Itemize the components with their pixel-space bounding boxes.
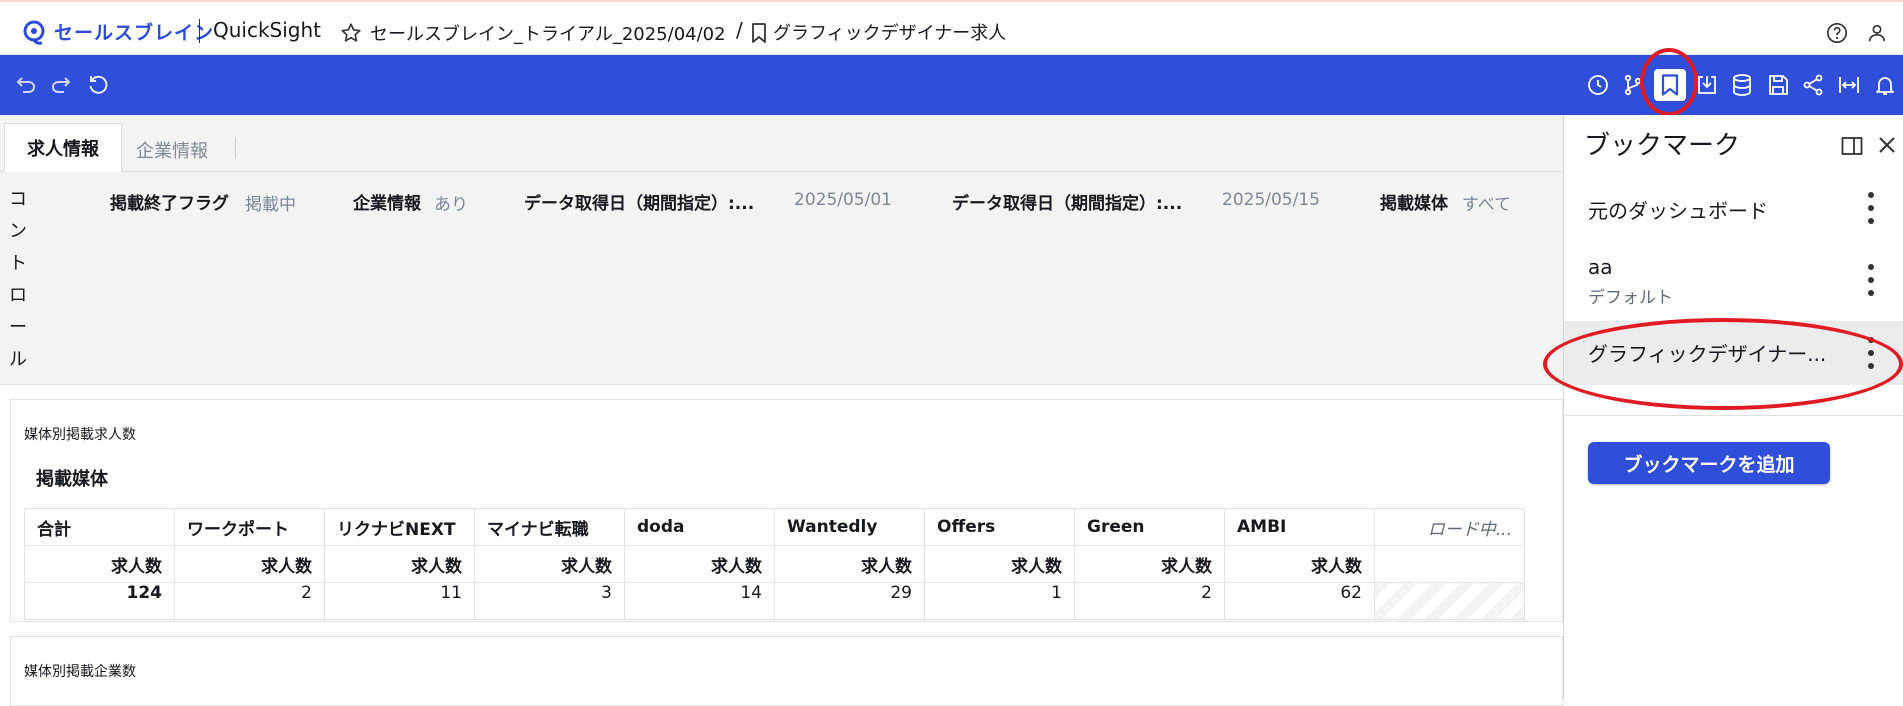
tab-company-info[interactable]: 企業情報 (136, 137, 208, 163)
control-value-listing-end-flag[interactable]: 掲載中 (245, 190, 296, 215)
metric-header[interactable]: 求人数 (324, 545, 475, 583)
table-row: 合計 ワークポート リクナビNEXT マイナビ転職 doda Wantedly … (24, 508, 1525, 546)
column-header[interactable]: リクナビNEXT (324, 508, 475, 546)
header-divider (199, 19, 200, 43)
notification-icon[interactable] (1873, 73, 1897, 97)
column-header[interactable]: AMBI (1224, 508, 1375, 546)
column-header[interactable]: Wantedly (774, 508, 925, 546)
logo[interactable]: セールスブレイン (22, 18, 214, 45)
table-cell[interactable]: 2 (174, 582, 325, 620)
loading-placeholder (1374, 582, 1525, 620)
column-header[interactable]: 合計 (24, 508, 175, 546)
pivot-table: 合計 ワークポート リクナビNEXT マイナビ転職 doda Wantedly … (24, 508, 1525, 620)
metric-header[interactable]: 求人数 (1224, 545, 1375, 583)
controls-label[interactable]: コ ン ト ロ ー ル (9, 184, 29, 376)
visual-jobs-by-media[interactable]: 媒体別掲載求人数 掲載媒体 合計 ワークポート リクナビNEXT マイナビ転職 … (10, 399, 1563, 622)
table-cell-total[interactable]: 124 (24, 582, 175, 620)
metric-header[interactable]: 求人数 (174, 545, 325, 583)
metric-header[interactable]: 求人数 (924, 545, 1075, 583)
table-cell[interactable]: 14 (624, 582, 775, 620)
loading-indicator: ロード中... (1374, 508, 1525, 546)
visual-title: 媒体別掲載企業数 (24, 664, 136, 680)
control-label-date-end[interactable]: データ取得日（期間指定）:... (952, 189, 1182, 214)
table-cell[interactable]: 2 (1074, 582, 1225, 620)
control-value-date-end[interactable]: 2025/05/15 (1222, 190, 1320, 210)
annotation-circle (1640, 48, 1698, 116)
column-header[interactable]: Green (1074, 508, 1225, 546)
table-row: 124 2 11 3 14 29 1 2 62 (24, 582, 1525, 620)
column-header[interactable]: マイナビ転職 (474, 508, 625, 546)
breadcrumb-dashboard[interactable]: セールスブレイン_トライアル_2025/04/02 (370, 20, 726, 46)
sheet-tabs: 求人情報 企業情報 (0, 115, 1563, 172)
app-name[interactable]: QuickSight (213, 18, 321, 42)
controls-section: コ ン ト ロ ー ル 掲載終了フラグ 掲載中 企業情報 あり データ取得日（期… (0, 172, 1563, 385)
dashboard-toolbar (0, 55, 1903, 115)
tab-job-info[interactable]: 求人情報 (4, 123, 122, 172)
table-cell[interactable]: 1 (924, 582, 1075, 620)
column-header[interactable]: Offers (924, 508, 1075, 546)
metric-header[interactable]: 求人数 (474, 545, 625, 583)
table-row: 求人数 求人数 求人数 求人数 求人数 求人数 求人数 求人数 求人数 (24, 545, 1525, 583)
annotation-ellipse (1543, 318, 1903, 410)
metric-header[interactable]: 求人数 (774, 545, 925, 583)
star-icon[interactable] (340, 22, 362, 44)
control-label-listing-end-flag[interactable]: 掲載終了フラグ (110, 189, 229, 214)
table-cell[interactable]: 62 (1224, 582, 1375, 620)
bookmark-item-aa[interactable]: aa デフォルト (1564, 247, 1903, 315)
tab-divider (235, 137, 236, 159)
dock-panel-icon[interactable] (1841, 136, 1863, 156)
table-cell[interactable]: 3 (474, 582, 625, 620)
panel-divider (1564, 415, 1903, 416)
control-label-media[interactable]: 掲載媒体 (1380, 189, 1448, 214)
fit-width-icon[interactable] (1837, 73, 1861, 97)
metric-header[interactable]: 求人数 (1074, 545, 1225, 583)
metric-header[interactable]: 求人数 (624, 545, 775, 583)
bookmark-default-label: デフォルト (1588, 288, 1673, 308)
download-icon[interactable] (1695, 73, 1719, 97)
add-bookmark-button[interactable]: ブックマークを追加 (1588, 442, 1830, 484)
share-icon[interactable] (1801, 73, 1825, 97)
reset-icon[interactable] (86, 73, 110, 97)
undo-icon[interactable] (14, 73, 38, 97)
dataset-icon[interactable] (1730, 73, 1754, 97)
bookmark-name: 元のダッシュボード (1588, 199, 1768, 223)
user-icon[interactable] (1866, 22, 1888, 44)
column-header[interactable]: doda (624, 508, 775, 546)
help-icon[interactable] (1826, 22, 1848, 44)
panel-title: ブックマーク (1584, 131, 1741, 161)
more-options-icon[interactable] (1867, 263, 1875, 297)
breadcrumb-bookmark[interactable]: グラフィックデザイナー求人 (773, 19, 1006, 45)
table-cell[interactable]: 29 (774, 582, 925, 620)
bookmark-icon (752, 23, 766, 43)
visual-title: 媒体別掲載求人数 (24, 427, 136, 443)
control-value-date-start[interactable]: 2025/05/01 (794, 190, 892, 210)
control-value-company-info[interactable]: あり (434, 190, 468, 215)
logo-mark-icon (23, 20, 45, 45)
control-value-media[interactable]: すべて (1462, 190, 1511, 215)
control-label-date-start[interactable]: データ取得日（期間指定）:... (524, 189, 754, 214)
redo-icon[interactable] (49, 73, 73, 97)
metric-header[interactable]: 求人数 (24, 545, 175, 583)
visual-companies-by-media[interactable]: 媒体別掲載企業数 (10, 636, 1563, 706)
save-icon[interactable] (1766, 73, 1790, 97)
close-icon[interactable] (1877, 135, 1897, 155)
bookmark-item-original[interactable]: 元のダッシュボード (1564, 177, 1903, 237)
table-cell[interactable]: 11 (324, 582, 475, 620)
more-options-icon[interactable] (1867, 191, 1875, 225)
column-header[interactable]: ワークポート (174, 508, 325, 546)
top-header: セールスブレイン QuickSight セールスブレイン_トライアル_2025/… (0, 0, 1903, 55)
control-label-company-info[interactable]: 企業情報 (353, 189, 421, 214)
logo-text: セールスブレイン (54, 22, 215, 44)
schedule-icon[interactable] (1586, 73, 1610, 97)
empty-cell (1374, 545, 1525, 583)
breadcrumb-separator: / (736, 18, 743, 42)
pivot-row-header: 掲載媒体 (36, 469, 108, 490)
bookmark-name: aa (1588, 255, 1613, 279)
